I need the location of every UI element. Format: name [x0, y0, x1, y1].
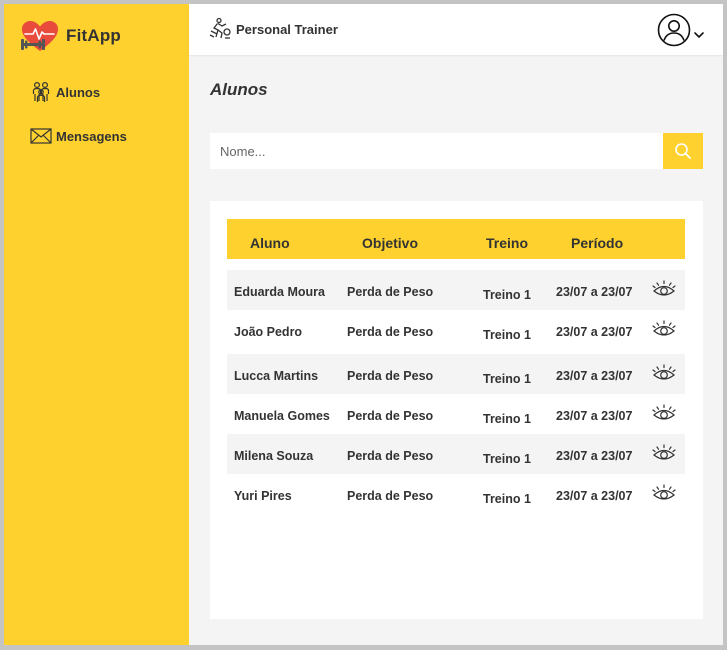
cell-treino: Treino 1: [483, 372, 531, 386]
table-row[interactable]: Milena Souza Perda de Peso Treino 1 23/0…: [227, 434, 685, 474]
table-header: Aluno Objetivo Treino Período: [227, 219, 685, 259]
cell-treino: Treino 1: [483, 492, 531, 506]
role-indicator: Personal Trainer: [208, 17, 338, 41]
column-header-treino[interactable]: Treino: [486, 219, 528, 259]
top-bar: Personal Trainer: [189, 4, 723, 55]
view-student-button[interactable]: [651, 363, 677, 385]
table-row[interactable]: Lucca Martins Perda de Peso Treino 1 23/…: [227, 354, 685, 394]
sidebar: FitApp Alunos Mensagens: [4, 4, 189, 645]
cell-aluno: Milena Souza: [234, 449, 314, 463]
cell-objetivo: Perda de Peso: [347, 449, 434, 463]
user-account-icon: [657, 13, 691, 47]
eye-icon: [652, 320, 676, 336]
search-input[interactable]: [210, 133, 663, 169]
eye-icon: [652, 280, 676, 296]
search-icon: [675, 143, 691, 159]
chevron-down-icon: [694, 32, 704, 39]
cell-treino: Treino 1: [483, 328, 531, 342]
cell-periodo: 23/07 a 23/07: [556, 449, 633, 463]
cell-aluno: Yuri Pires: [234, 489, 292, 503]
cell-aluno: Eduarda Moura: [234, 285, 325, 299]
cell-treino: Treino 1: [483, 452, 531, 466]
envelope-icon: [30, 125, 52, 147]
sidebar-item-mensagens[interactable]: Mensagens: [30, 124, 127, 148]
cell-objetivo: Perda de Peso: [347, 369, 434, 383]
cell-periodo: 23/07 a 23/07: [556, 325, 633, 339]
trainer-icon: [209, 17, 231, 39]
column-header-periodo[interactable]: Período: [571, 219, 623, 259]
students-table-card: Aluno Objetivo Treino Período Eduarda Mo…: [210, 201, 703, 619]
cell-objetivo: Perda de Peso: [347, 489, 434, 503]
cell-objetivo: Perda de Peso: [347, 285, 434, 299]
heart-dumbbell-icon: [21, 21, 58, 51]
cell-periodo: 23/07 a 23/07: [556, 369, 633, 383]
table-row[interactable]: Eduarda Moura Perda de Peso Treino 1 23/…: [227, 270, 685, 310]
cell-aluno: João Pedro: [234, 325, 303, 339]
table-row[interactable]: João Pedro Perda de Peso Treino 1 23/07 …: [227, 310, 685, 350]
view-student-button[interactable]: [651, 279, 677, 301]
role-label: Personal Trainer: [236, 21, 338, 37]
app-name: FitApp: [66, 26, 122, 45]
table-row[interactable]: Yuri Pires Perda de Peso Treino 1 23/07 …: [227, 474, 685, 514]
search-button[interactable]: [663, 133, 703, 169]
cell-aluno: Lucca Martins: [234, 369, 319, 383]
search-bar: [210, 133, 703, 169]
sidebar-item-label: Mensagens: [56, 128, 127, 144]
table-row[interactable]: Manuela Gomes Perda de Peso Treino 1 23/…: [227, 394, 685, 434]
page-title: Alunos: [210, 80, 268, 99]
column-header-aluno[interactable]: Aluno: [250, 219, 290, 259]
app-window: FitApp Alunos Mensagens Personal Trainer…: [4, 4, 723, 645]
cell-objetivo: Perda de Peso: [347, 325, 434, 339]
view-student-button[interactable]: [651, 443, 677, 465]
column-header-objetivo[interactable]: Objetivo: [362, 219, 418, 259]
cell-periodo: 23/07 a 23/07: [556, 489, 633, 503]
sidebar-item-label: Alunos: [56, 84, 101, 100]
cell-periodo: 23/07 a 23/07: [556, 285, 633, 299]
cell-aluno: Manuela Gomes: [234, 409, 330, 423]
account-menu[interactable]: [657, 13, 705, 47]
brand[interactable]: FitApp: [18, 18, 121, 54]
view-student-button[interactable]: [651, 483, 677, 505]
sidebar-item-alunos[interactable]: Alunos: [30, 80, 100, 104]
cell-periodo: 23/07 a 23/07: [556, 409, 633, 423]
eye-icon: [652, 404, 676, 420]
cell-treino: Treino 1: [483, 412, 531, 426]
students-icon: [30, 81, 52, 103]
eye-icon: [652, 444, 676, 460]
view-student-button[interactable]: [651, 403, 677, 425]
view-student-button[interactable]: [651, 319, 677, 341]
eye-icon: [652, 364, 676, 380]
cell-treino: Treino 1: [483, 288, 531, 302]
eye-icon: [652, 484, 676, 500]
cell-objetivo: Perda de Peso: [347, 409, 434, 423]
